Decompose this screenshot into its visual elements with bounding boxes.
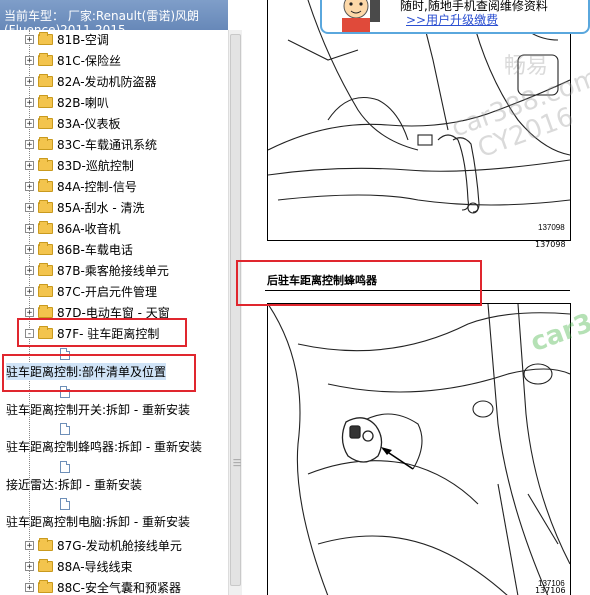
tree-item-label: 86B-车载电话 (57, 242, 133, 257)
document-icon[interactable] (60, 423, 70, 435)
folder-icon (38, 262, 53, 276)
tree-item[interactable]: +86A-收音机 (25, 218, 121, 238)
expand-icon[interactable]: + (25, 160, 34, 170)
highlight-box-selected (2, 354, 196, 392)
figure-137106: 137106 (267, 303, 571, 595)
folder-icon (38, 52, 53, 66)
tree-item-label: 83A-仪表板 (57, 116, 121, 131)
folder-icon (38, 136, 53, 150)
folder-icon (38, 304, 53, 318)
expand-icon[interactable]: + (25, 97, 34, 107)
title-line-1: 当前车型： 厂家:Renault(雷诺)风朗 (4, 9, 200, 23)
tree-item[interactable]: +82A-发动机防盗器 (25, 71, 157, 91)
buzzer-illustration: 137106 (267, 303, 571, 595)
expand-icon[interactable]: + (25, 540, 34, 550)
expand-icon[interactable]: + (25, 561, 34, 571)
chapter-tree: +81B-空调 +81C-保险丝 +82A-发动机防盗器 +82B-喇叭 +83A-仪表… (0, 30, 228, 595)
tree-item-label: 82A-发动机防盗器 (57, 74, 157, 89)
expand-icon[interactable]: + (25, 181, 34, 191)
tree-item[interactable]: +84A-控制-信号 (25, 176, 137, 196)
expand-icon[interactable]: + (25, 307, 34, 317)
document-icon[interactable] (60, 460, 70, 473)
tree-item[interactable]: +85A-刮水 - 清洗 (25, 197, 145, 217)
expand-icon[interactable]: + (25, 34, 34, 44)
figure-number-d: 137106 (535, 586, 566, 595)
tree-item[interactable]: +87G-发动机舱接线单元 (25, 535, 182, 555)
tree-item-label: 88A-导线线束 (57, 559, 133, 574)
tree-item-label: 83C-车载通讯系统 (57, 137, 157, 152)
folder-icon (38, 579, 53, 593)
tree-item-label: 82B-喇叭 (57, 95, 109, 110)
tree-item[interactable]: +87B-乘客舱接线单元 (25, 260, 169, 280)
folder-icon (38, 94, 53, 108)
folder-icon (38, 283, 53, 297)
figure-number-a: 137098 (538, 223, 565, 232)
folder-icon (38, 558, 53, 572)
scrollbar-thumb[interactable]: — — — (230, 34, 241, 586)
document-link[interactable]: 驻车距离控制电脑:拆卸 - 重新安装 (6, 513, 190, 530)
folder-icon (38, 241, 53, 255)
figure-number-b: 137098 (535, 240, 566, 249)
tree-item-label: 83D-巡航控制 (57, 158, 134, 173)
tree-item-label: 84A-控制-信号 (57, 179, 137, 194)
tree-item[interactable]: +82B-喇叭 (25, 92, 109, 112)
folder-icon (38, 220, 53, 234)
folder-icon (38, 178, 53, 192)
tree-item[interactable]: +88C-安全气囊和预紧器 (25, 577, 181, 595)
expand-icon[interactable]: + (25, 244, 34, 254)
highlight-box-87f (17, 318, 187, 347)
tree-item[interactable]: +81C-保险丝 (25, 50, 121, 70)
expand-icon[interactable]: + (25, 582, 34, 592)
folder-icon (38, 73, 53, 87)
upgrade-link[interactable]: >>用户升级缴费 (406, 11, 498, 28)
scrollbar-grip-icon: — — — (233, 455, 241, 470)
tree-item-label: 85A-刮水 - 清洗 (57, 200, 145, 215)
expand-icon[interactable]: + (25, 286, 34, 296)
tree-item-label: 86A-收音机 (57, 221, 121, 236)
document-icon[interactable] (60, 498, 70, 510)
tree-scrollbar[interactable]: — — — (228, 30, 242, 595)
tree-item-label: 88C-安全气囊和预紧器 (57, 580, 181, 595)
tree-item[interactable]: +87C-开启元件管理 (25, 281, 157, 301)
tree-item-label: 87G-发动机舱接线单元 (57, 538, 182, 553)
watermark-brand: 畅易 (504, 54, 549, 79)
document-link[interactable]: 接近雷达:拆卸 - 重新安装 (6, 476, 142, 493)
tree-item[interactable]: +86B-车载电话 (25, 239, 133, 259)
expand-icon[interactable]: + (25, 223, 34, 233)
highlight-box-section (236, 260, 482, 306)
tree-item-label: 87C-开启元件管理 (57, 284, 157, 299)
folder-icon (38, 537, 53, 551)
tree-item[interactable]: +83C-车载通讯系统 (25, 134, 157, 154)
tree-item[interactable]: +83A-仪表板 (25, 113, 121, 133)
folder-icon (38, 31, 53, 45)
upgrade-banner: 随时,随地手机查阅维修资料 >>用户升级缴费 (320, 0, 590, 34)
expand-icon[interactable]: + (25, 55, 34, 65)
expand-icon[interactable]: + (25, 76, 34, 86)
tree-item[interactable]: +88A-导线线束 (25, 556, 133, 576)
expand-icon[interactable]: + (25, 202, 34, 212)
expand-icon[interactable]: + (25, 139, 34, 149)
document-link[interactable]: 驻车距离控制蜂鸣器:拆卸 - 重新安装 (6, 438, 202, 455)
folder-icon (38, 115, 53, 129)
tree-item-label: 87B-乘客舱接线单元 (57, 263, 169, 278)
document-link[interactable]: 驻车距离控制开关:拆卸 - 重新安装 (6, 401, 190, 418)
tree-item-label: 81B-空调 (57, 32, 109, 47)
folder-icon (38, 199, 53, 213)
tree-item-label: 81C-保险丝 (57, 53, 121, 68)
expand-icon[interactable]: + (25, 265, 34, 275)
folder-icon (38, 157, 53, 171)
tree-item[interactable]: +81B-空调 (25, 30, 109, 49)
mascot-icon (342, 0, 380, 32)
tree-item[interactable]: +83D-巡航控制 (25, 155, 134, 175)
expand-icon[interactable]: + (25, 118, 34, 128)
